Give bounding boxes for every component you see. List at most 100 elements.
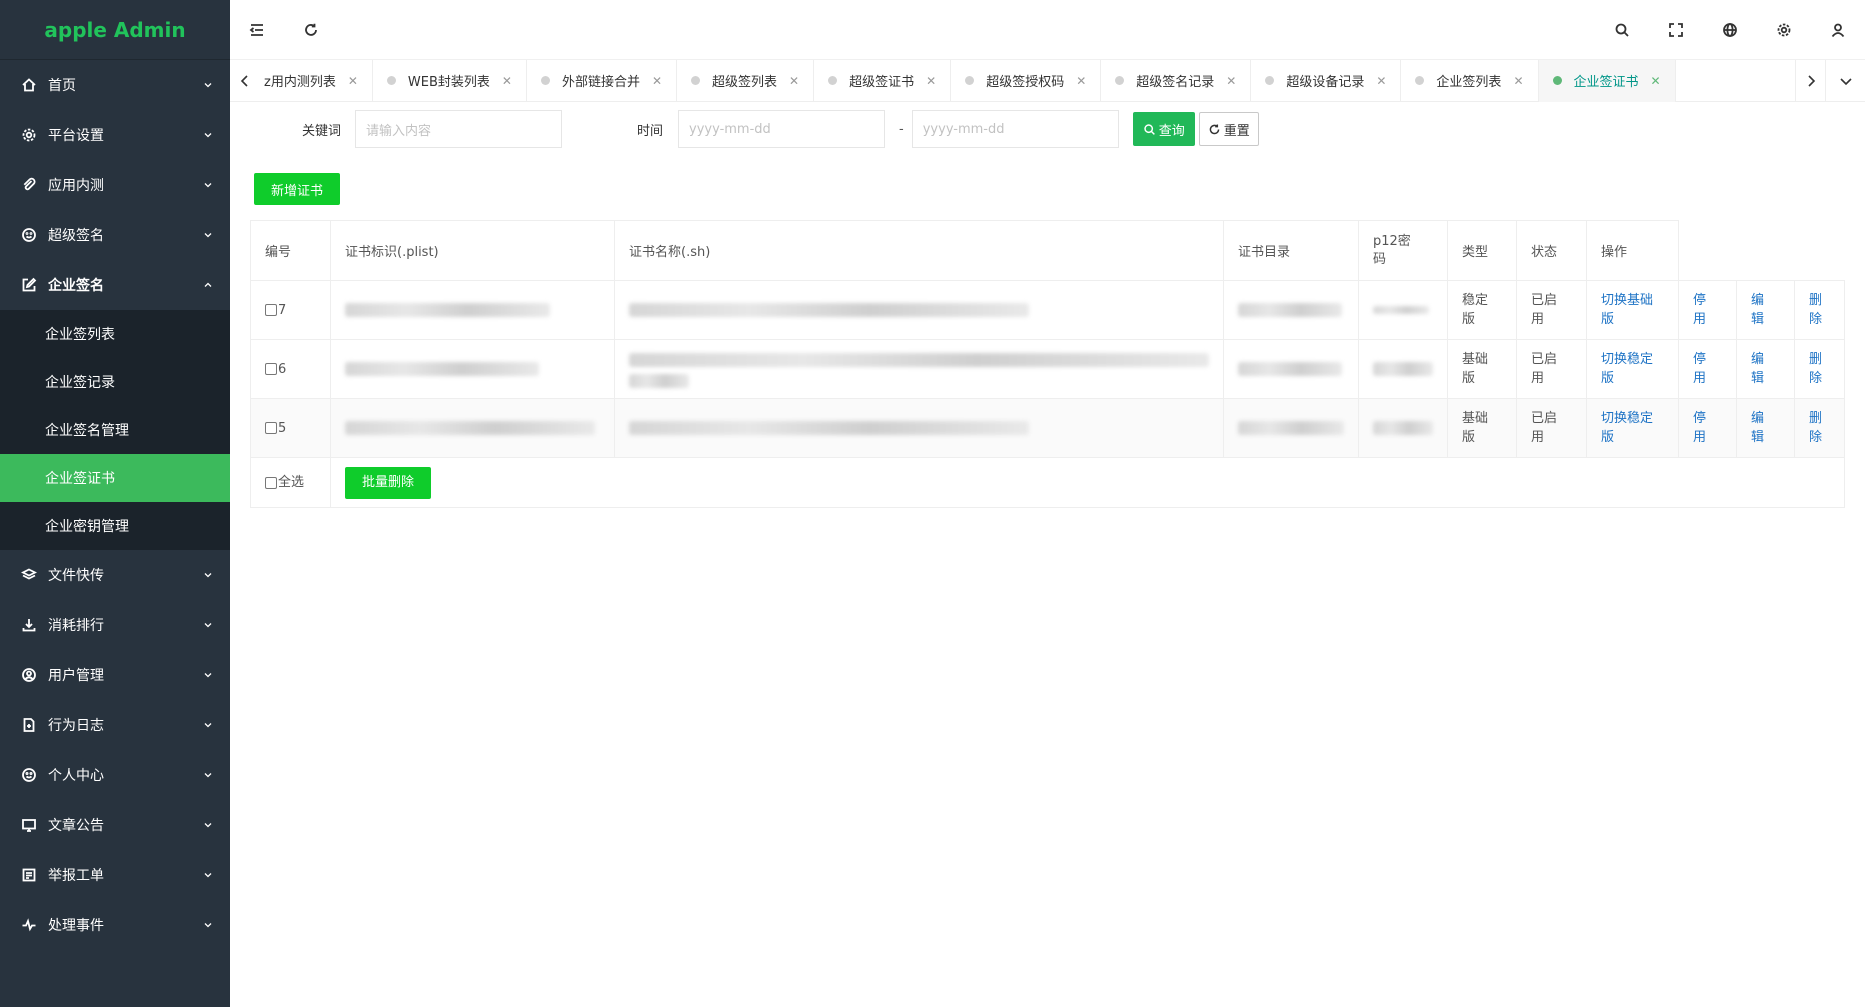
row-checkbox[interactable] (265, 304, 277, 316)
edit-link[interactable]: 编辑 (1751, 409, 1766, 447)
sidebar-item-home[interactable]: 首页 (0, 60, 230, 110)
sidebar-item-announcements[interactable]: 文章公告 (0, 800, 230, 850)
select-all-cell: 全选 (250, 457, 331, 508)
reset-label: 重置 (1223, 123, 1250, 139)
close-icon[interactable]: ✕ (1651, 74, 1661, 88)
sidebar-item-label: 处理事件 (48, 918, 104, 934)
submenu-item-enterprise-sign-records[interactable]: 企业签记录 (0, 358, 230, 406)
edit-link[interactable]: 编辑 (1751, 350, 1766, 388)
close-icon[interactable]: ✕ (348, 74, 358, 88)
disable-link[interactable]: 停用 (1693, 409, 1708, 447)
tab-external-link-merge[interactable]: 外部链接合并 ✕ (527, 59, 678, 102)
p12-cell (1358, 280, 1448, 340)
tab-web-wrap-list[interactable]: WEB封装列表 ✕ (373, 59, 527, 102)
col-p12-password-label: p12密码 (1373, 233, 1411, 267)
row-checkbox[interactable] (265, 363, 277, 375)
sidebar-item-app-beta[interactable]: 应用内测 (0, 160, 230, 210)
close-icon[interactable]: ✕ (1376, 74, 1386, 88)
col-cert-dir: 证书目录 (1223, 220, 1359, 281)
redacted-text (345, 362, 539, 376)
redacted-text (1373, 421, 1433, 435)
refresh-icon[interactable] (284, 0, 338, 60)
keyword-label: 关键词 (302, 123, 342, 139)
tab-super-sign-list[interactable]: 超级签列表 ✕ (677, 59, 815, 102)
switch-version-link[interactable]: 切换基础版 (1601, 291, 1661, 329)
close-icon[interactable]: ✕ (926, 74, 936, 88)
close-icon[interactable]: ✕ (789, 74, 799, 88)
delete-link[interactable]: 删除 (1809, 350, 1824, 388)
reset-button[interactable]: 重置 (1198, 112, 1259, 146)
sidebar-item-label: 消耗排行 (48, 618, 104, 634)
col-actions: 操作 (1586, 220, 1679, 281)
globe-icon[interactable] (1703, 0, 1757, 60)
close-icon[interactable]: ✕ (652, 74, 662, 88)
tab-scroll-right-icon[interactable] (1795, 59, 1825, 102)
tab-super-device-records[interactable]: 超级设备记录 ✕ (1251, 59, 1402, 102)
tab-enterprise-certificates[interactable]: 企业签证书 ✕ (1538, 59, 1676, 102)
tab-dot (1265, 76, 1275, 85)
sidebar-item-behavior-log[interactable]: 行为日志 (0, 700, 230, 750)
sidebar-item-personal-center[interactable]: 个人中心 (0, 750, 230, 800)
fullscreen-icon[interactable] (1649, 0, 1703, 60)
user-circle-icon (20, 666, 38, 684)
sidebar-item-user-management[interactable]: 用户管理 (0, 650, 230, 700)
tab-super-sign-records[interactable]: 超级签名记录 ✕ (1101, 59, 1252, 102)
sidebar-item-file-transfer[interactable]: 文件快传 (0, 550, 230, 600)
user-icon[interactable] (1811, 0, 1865, 60)
switch-version-link[interactable]: 切换稳定版 (1601, 409, 1661, 447)
close-icon[interactable]: ✕ (1513, 74, 1523, 88)
edit-link[interactable]: 编辑 (1751, 291, 1766, 329)
col-cert-plist: 证书标识(.plist) (330, 220, 615, 281)
tab-app-beta-list[interactable]: z用内测列表 ✕ (260, 59, 373, 102)
sidebar-item-events[interactable]: 处理事件 (0, 900, 230, 950)
delete-link[interactable]: 删除 (1809, 291, 1824, 329)
tab-dropdown-icon[interactable] (1825, 59, 1865, 102)
row-id-cell: 5 (250, 398, 331, 458)
tab-scroll-left-icon[interactable] (230, 60, 260, 102)
settings-icon[interactable] (1757, 0, 1811, 60)
query-button[interactable]: 查询 (1132, 112, 1195, 146)
search-icon[interactable] (1595, 0, 1649, 60)
disable-link[interactable]: 停用 (1693, 350, 1708, 388)
keyword-input[interactable]: 请输入内容 (355, 110, 563, 148)
sidebar-item-consumption-rank[interactable]: 消耗排行 (0, 600, 230, 650)
row-id: 6 (278, 361, 287, 377)
submenu-item-enterprise-sign-list[interactable]: 企业签列表 (0, 310, 230, 358)
batch-delete-button[interactable]: 批量删除 (345, 466, 432, 499)
col-cert-name: 证书名称(.sh) (614, 220, 1224, 281)
tab-label: 超级设备记录 (1286, 75, 1365, 90)
sidebar-item-enterprise-sign[interactable]: 企业签名 (0, 260, 230, 310)
chevron-down-icon (202, 129, 214, 141)
add-certificate-button[interactable]: 新增证书 (254, 173, 341, 205)
submenu-item-enterprise-certificates[interactable]: 企业签证书 (0, 454, 230, 502)
sidebar-item-platform-settings[interactable]: 平台设置 (0, 110, 230, 160)
row-checkbox[interactable] (265, 422, 277, 434)
select-all-checkbox[interactable] (265, 476, 277, 489)
status-cell: 已启用 (1516, 280, 1587, 340)
tab-super-sign-auth-code[interactable]: 超级签授权码 ✕ (951, 59, 1102, 102)
tab-label: 超级签名记录 (1136, 75, 1215, 90)
type-cell: 稳定版 (1447, 280, 1517, 340)
row-id-cell: 6 (250, 339, 331, 399)
type-cell: 基础版 (1447, 339, 1517, 399)
delete-cell: 删除 (1794, 280, 1845, 340)
sidebar-item-super-sign[interactable]: 超级签名 (0, 210, 230, 260)
sidebar-item-label: 平台设置 (48, 128, 104, 144)
delete-link[interactable]: 删除 (1809, 409, 1824, 447)
disable-link[interactable]: 停用 (1693, 291, 1708, 329)
date-to-input[interactable]: yyyy-mm-dd (911, 110, 1119, 148)
date-from-input[interactable]: yyyy-mm-dd (678, 110, 886, 148)
switch-version-link[interactable]: 切换稳定版 (1601, 350, 1661, 388)
tab-enterprise-sign-list[interactable]: 企业签列表 ✕ (1401, 59, 1539, 102)
close-icon[interactable]: ✕ (502, 74, 512, 88)
submenu-item-enterprise-sign-manage[interactable]: 企业签名管理 (0, 406, 230, 454)
menu-fold-icon[interactable] (230, 0, 284, 60)
close-icon[interactable]: ✕ (1076, 74, 1086, 88)
tab-super-sign-cert[interactable]: 超级签证书 ✕ (814, 59, 952, 102)
cert-plist-cell (330, 339, 615, 399)
submenu-item-enterprise-keys[interactable]: 企业密钥管理 (0, 502, 230, 550)
chevron-down-icon (202, 719, 214, 731)
tab-label: 超级签授权码 (986, 75, 1065, 90)
sidebar-item-report-tickets[interactable]: 举报工单 (0, 850, 230, 900)
close-icon[interactable]: ✕ (1226, 74, 1236, 88)
